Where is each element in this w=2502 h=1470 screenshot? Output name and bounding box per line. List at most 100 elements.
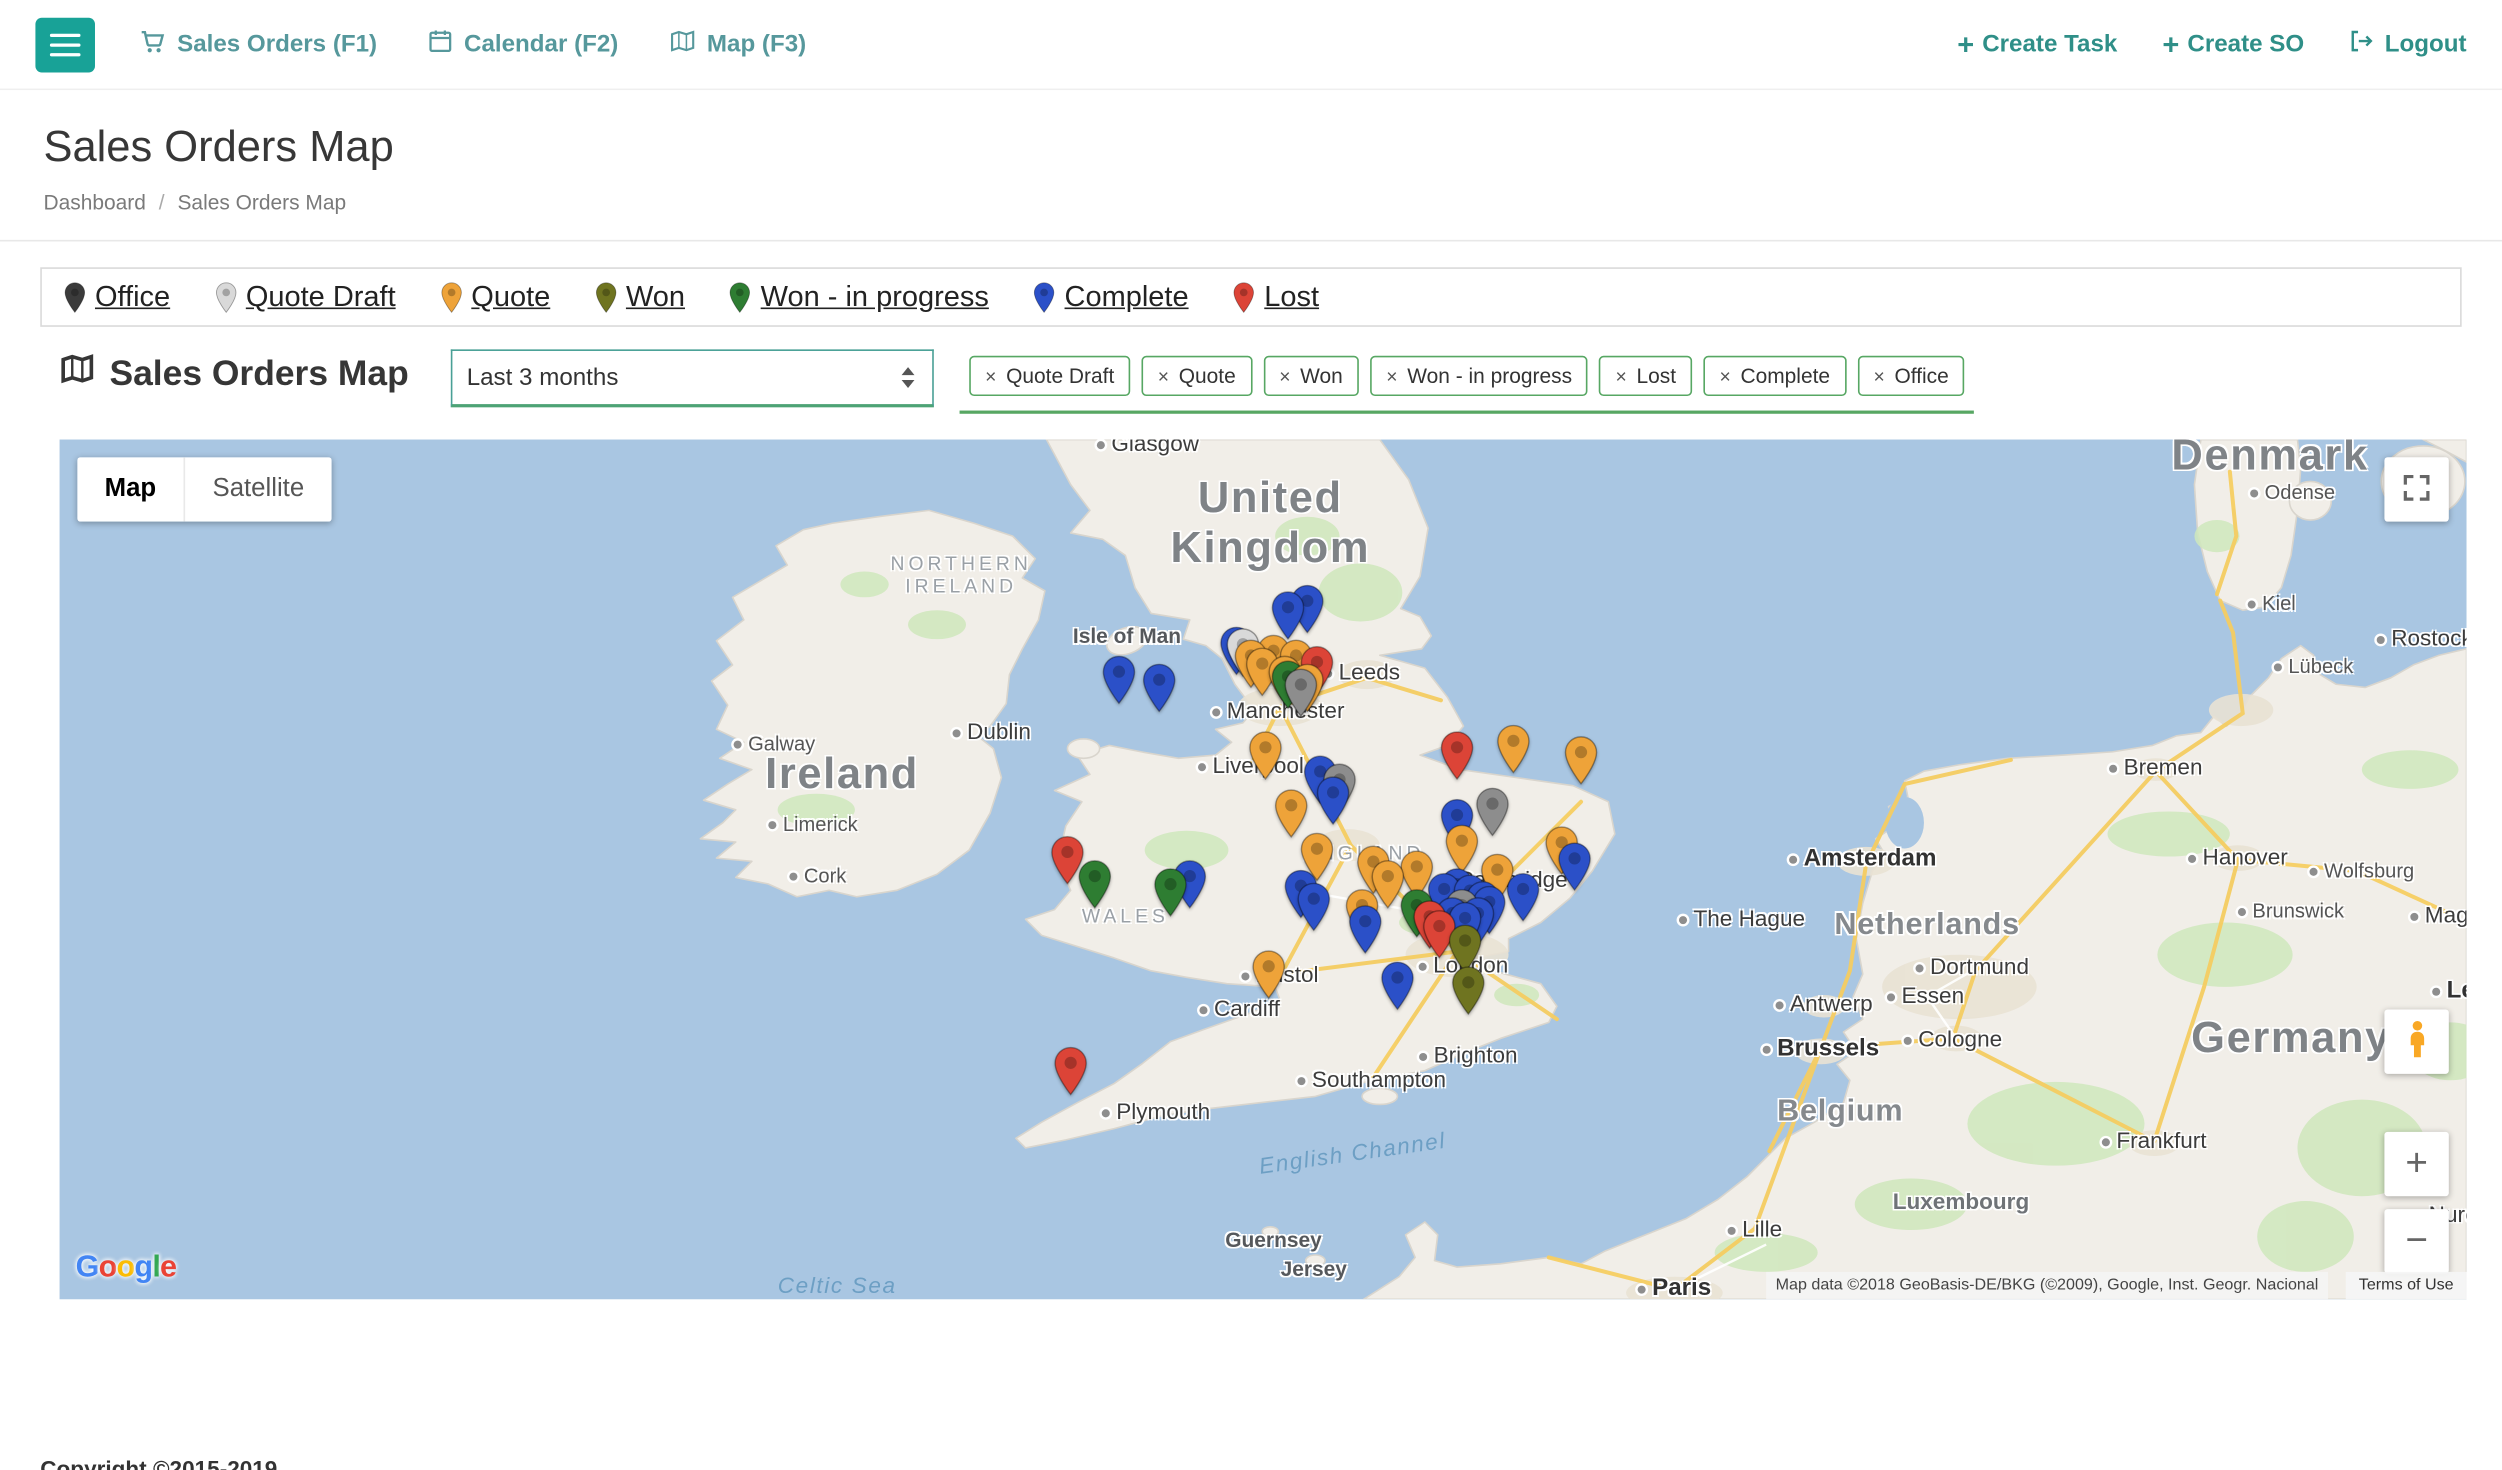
zoom-controls: + − [2384, 1132, 2448, 1274]
legend-item-label[interactable]: Quote Draft [246, 280, 396, 314]
legend-item-draft[interactable]: Quote Draft [215, 280, 395, 314]
nav-map-label: Map (F3) [707, 31, 806, 58]
zoom-out-button[interactable]: − [2384, 1209, 2448, 1273]
remove-filter-icon[interactable]: × [985, 366, 996, 385]
legend-item-wonprog[interactable]: Won - in progress [730, 280, 989, 314]
logout-button[interactable]: Logout [2349, 29, 2466, 60]
legend-item-lost[interactable]: Lost [1234, 280, 1319, 314]
create-task-label: Create Task [1982, 31, 2117, 58]
hamburger-menu-button[interactable] [35, 17, 95, 72]
legend-item-label[interactable]: Won [626, 280, 685, 314]
legend-pin-icon [64, 281, 85, 313]
logout-label: Logout [2385, 31, 2467, 58]
create-task-button[interactable]: + Create Task [1957, 30, 2117, 59]
map-pin-lost[interactable] [1054, 1047, 1088, 1105]
filter-tag[interactable]: × Won [1263, 356, 1359, 396]
legend-pin-icon [215, 281, 236, 313]
map-pin-complete[interactable] [1102, 655, 1136, 713]
terms-of-use-link[interactable]: Terms of Use [2346, 1272, 2467, 1299]
nav-calendar-label: Calendar (F2) [464, 31, 618, 58]
filter-tag[interactable]: × Won - in progress [1370, 356, 1588, 396]
nav-calendar[interactable]: Calendar (F2) [429, 29, 619, 60]
map-canvas[interactable]: United KingdomIrelandDenmarkGermanyNethe… [60, 440, 2467, 1300]
logout-icon [2349, 29, 2373, 60]
period-select[interactable]: Last 3 months [451, 349, 934, 407]
map-pins [60, 440, 2467, 1300]
calendar-icon [429, 29, 453, 60]
breadcrumb-dashboard[interactable]: Dashboard [43, 190, 145, 214]
filter-tag[interactable]: ×Lost [1599, 356, 1692, 396]
remove-filter-icon[interactable]: × [1874, 366, 1885, 385]
google-logo[interactable]: Google [76, 1251, 177, 1286]
map-pin-quote[interactable] [1252, 950, 1286, 1008]
map-pin-complete[interactable] [1316, 776, 1350, 834]
map-pin-wonprog[interactable] [1078, 860, 1112, 918]
legend-pin-icon [1034, 281, 1055, 313]
map-pin-wonprog[interactable] [1154, 868, 1188, 926]
filter-tag-label: Won - in progress [1407, 364, 1572, 388]
nav-map[interactable]: Map (F3) [670, 29, 806, 60]
map-pin-gray[interactable] [1476, 787, 1510, 845]
navbar-right: + Create Task + Create SO Logout [1957, 29, 2466, 60]
remove-filter-icon[interactable]: × [1279, 366, 1290, 385]
footer-copyright: Copyright ©2015-2019 [40, 1455, 277, 1470]
filter-tag[interactable]: ×Complete [1703, 356, 1846, 396]
period-select-value: Last 3 months [467, 364, 619, 391]
map-pin-complete[interactable] [1381, 961, 1415, 1019]
filter-tag-label: Quote [1179, 364, 1236, 388]
filter-tag-label: Office [1894, 364, 1948, 388]
legend-pin-icon [595, 281, 616, 313]
legend-item-label[interactable]: Office [95, 280, 170, 314]
page-title: Sales Orders Map [43, 122, 2458, 172]
remove-filter-icon[interactable]: × [1720, 366, 1731, 385]
filter-tag[interactable]: × Quote [1142, 356, 1252, 396]
nav-sales-orders-label: Sales Orders (F1) [177, 31, 377, 58]
map-view-button[interactable]: Map [77, 457, 183, 521]
map-pin-quote[interactable] [1564, 736, 1598, 794]
legend-item-won[interactable]: Won [595, 280, 685, 314]
plus-icon: + [1957, 30, 1974, 59]
map-pin-complete[interactable] [1506, 873, 1540, 931]
filter-tag[interactable]: × Office [1857, 356, 1964, 396]
breadcrumb-separator: / [159, 190, 165, 214]
zoom-in-button[interactable]: + [2384, 1132, 2448, 1196]
map-icon [670, 29, 696, 60]
filter-tag[interactable]: × Quote Draft [969, 356, 1130, 396]
remove-filter-icon[interactable]: × [1616, 366, 1627, 385]
filter-tag-label: Won [1300, 364, 1343, 388]
breadcrumb-current: Sales Orders Map [177, 190, 346, 214]
fullscreen-button[interactable] [2384, 457, 2448, 521]
map-icon [60, 353, 95, 395]
select-stepper-icon [898, 364, 917, 391]
fullscreen-icon [2402, 473, 2431, 507]
map-pin-complete[interactable] [1297, 882, 1331, 940]
map-pin-quote[interactable] [1249, 731, 1283, 789]
map-pin-lost[interactable] [1440, 731, 1474, 789]
filter-tag-label: Quote Draft [1006, 364, 1114, 388]
satellite-view-button[interactable]: Satellite [184, 457, 332, 521]
legend-item-label[interactable]: Quote [471, 280, 550, 314]
legend-item-quote[interactable]: Quote [441, 280, 551, 314]
remove-filter-icon[interactable]: × [1158, 366, 1169, 385]
nav-sales-orders[interactable]: Sales Orders (F1) [140, 28, 377, 60]
cart-icon [140, 28, 166, 60]
map-pin-gray[interactable] [1284, 668, 1318, 726]
map-pin-quote[interactable] [1496, 725, 1530, 783]
map-pin-won[interactable] [1451, 966, 1485, 1024]
map-pin-complete[interactable] [1558, 842, 1592, 900]
plus-icon: + [2162, 30, 2179, 59]
legend-item-label[interactable]: Lost [1264, 280, 1319, 314]
create-so-button[interactable]: + Create SO [2162, 30, 2304, 59]
panel-title-label: Sales Orders Map [109, 353, 408, 395]
legend-item-office[interactable]: Office [64, 280, 170, 314]
remove-filter-icon[interactable]: × [1386, 366, 1397, 385]
legend-item-label[interactable]: Won - in progress [761, 280, 989, 314]
map-pin-complete[interactable] [1348, 905, 1382, 963]
legend-item-label[interactable]: Complete [1065, 280, 1189, 314]
legend-item-complete[interactable]: Complete [1034, 280, 1189, 314]
pegman-icon [2406, 1019, 2427, 1064]
legend-pin-icon [441, 281, 462, 313]
legend: Office Quote Draft Quote Won Won - in progre… [40, 267, 2461, 327]
map-pin-complete[interactable] [1142, 663, 1176, 721]
street-view-pegman-button[interactable] [2384, 1009, 2448, 1073]
